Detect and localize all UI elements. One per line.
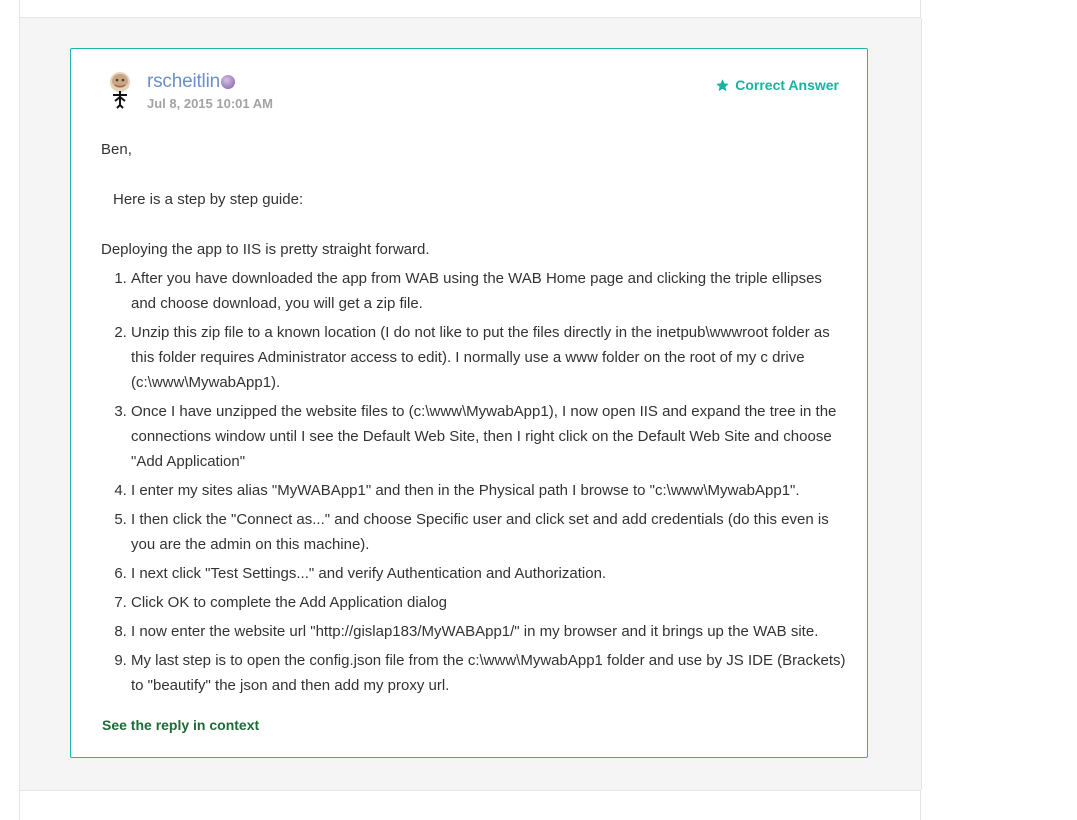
rank-badge-icon (220, 75, 235, 89)
next-reply-card (19, 790, 921, 820)
step-item: I then click the "Connect as..." and cho… (131, 507, 846, 557)
correct-answer-card: rscheitlin Jul 8, 2015 10:01 AM Correct … (70, 48, 868, 758)
reply-body: Ben, Here is a step by step guide: Deplo… (101, 137, 846, 702)
deploy-text: Deploying the app to IIS is pretty strai… (101, 241, 430, 258)
step-item: I next click "Test Settings..." and veri… (131, 561, 846, 586)
author-name-link[interactable]: rscheitlin (147, 71, 220, 92)
steps-list: After you have downloaded the app from W… (101, 266, 846, 698)
star-icon (716, 78, 729, 91)
step-item: Unzip this zip file to a known location … (131, 320, 846, 395)
previous-reply-card (19, 0, 921, 18)
see-reply-in-context-link[interactable]: See the reply in context (102, 717, 259, 733)
step-item: Once I have unzipped the website files t… (131, 399, 846, 474)
step-item: I now enter the website url "http://gisl… (131, 619, 846, 644)
author-line: rscheitlin (147, 71, 235, 93)
step-item: My last step is to open the config.json … (131, 648, 846, 698)
intro-text: Here is a step by step guide: (113, 191, 304, 208)
step-item: Click OK to complete the Add Application… (131, 590, 846, 615)
step-item: I enter my sites alias "MyWABApp1" and t… (131, 478, 846, 503)
correct-answer-label: Correct Answer (735, 77, 839, 93)
user-avatar[interactable] (105, 71, 135, 109)
greeting-text: Ben, (101, 141, 132, 158)
correct-answer-badge: Correct Answer (715, 77, 839, 93)
step-item: After you have downloaded the app from W… (131, 266, 846, 316)
page: rscheitlin Jul 8, 2015 10:01 AM Correct … (0, 0, 1077, 820)
post-date: Jul 8, 2015 10:01 AM (147, 96, 273, 111)
